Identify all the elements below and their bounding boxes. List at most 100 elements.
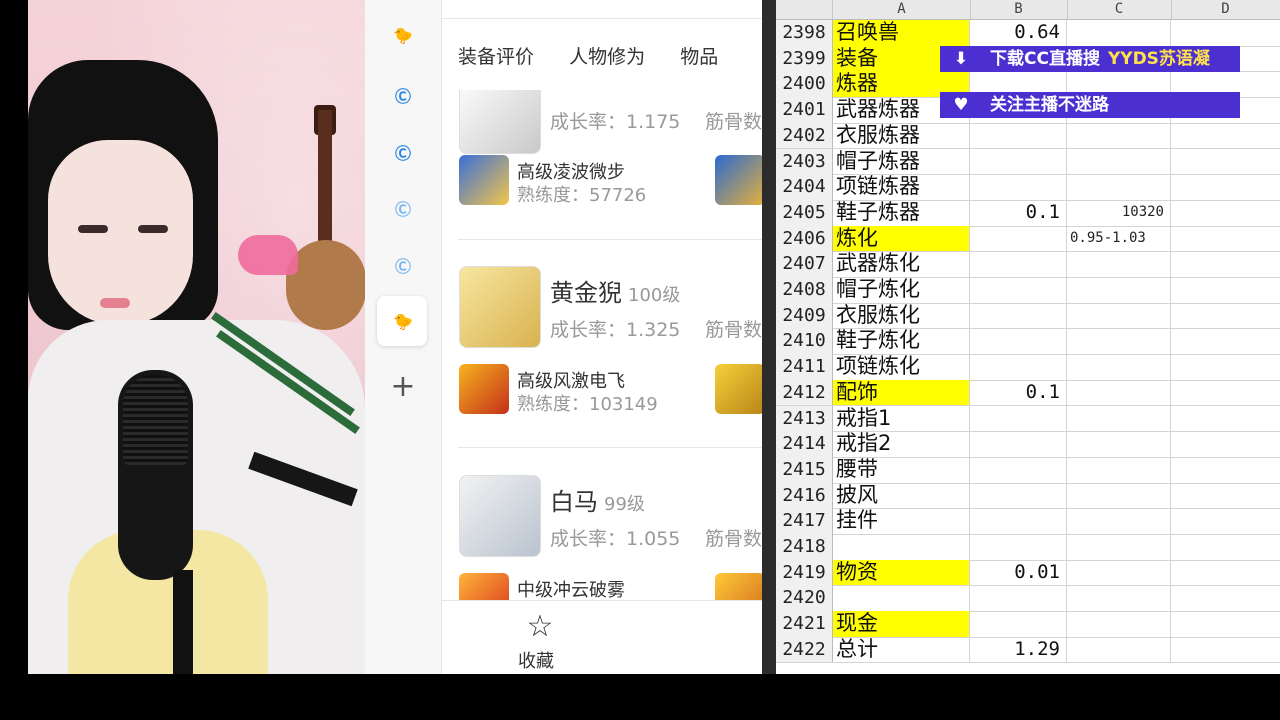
cell-a[interactable]: 戒指1	[833, 405, 970, 432]
cell-b[interactable]	[970, 251, 1067, 277]
row-number[interactable]: 2416	[776, 482, 833, 509]
row-number[interactable]: 2400	[776, 71, 833, 98]
cell-c[interactable]	[1067, 482, 1171, 509]
row-number[interactable]: 2421	[776, 611, 833, 637]
cell-c[interactable]	[1067, 148, 1171, 175]
cell-a[interactable]: 武器炼化	[833, 251, 970, 277]
cell-b[interactable]: 1.29	[970, 636, 1067, 663]
chick-app-icon[interactable]: 🐤	[388, 306, 418, 336]
row-number[interactable]: 2415	[776, 456, 833, 483]
corner-cell[interactable]	[776, 0, 833, 19]
cell-b[interactable]	[970, 122, 1067, 149]
browser-c-icon[interactable]: Ⓒ	[388, 137, 418, 167]
cell-a[interactable]: 帽子炼化	[833, 277, 970, 303]
cell-c[interactable]	[1067, 431, 1171, 457]
cell-a[interactable]: 戒指2	[833, 431, 970, 457]
row-number[interactable]: 2403	[776, 148, 833, 175]
column-header-a[interactable]: A	[833, 0, 971, 19]
favorite-label[interactable]: 收藏	[518, 647, 554, 673]
cell-a[interactable]	[833, 585, 970, 612]
cell-a[interactable]: 项链炼化	[833, 354, 970, 380]
row-number[interactable]: 2410	[776, 328, 833, 355]
cell-a[interactable]: 物资	[833, 559, 970, 586]
cell-b[interactable]	[970, 148, 1067, 175]
row-number[interactable]: 2404	[776, 174, 833, 200]
cell-b[interactable]	[970, 174, 1067, 200]
row-number[interactable]: 2414	[776, 431, 833, 457]
cell-b[interactable]	[970, 302, 1067, 329]
tab-equipment-review[interactable]: 装备评价	[458, 42, 534, 69]
cell-b[interactable]: 0.01	[970, 559, 1067, 586]
cell-a[interactable]	[833, 534, 970, 560]
star-icon[interactable]: ☆	[524, 611, 556, 643]
cell-c[interactable]	[1067, 379, 1171, 406]
cell-a[interactable]: 召唤兽	[833, 20, 970, 46]
browser-c-icon[interactable]: Ⓒ	[388, 193, 418, 223]
cell-c[interactable]	[1067, 405, 1171, 432]
cell-b[interactable]	[970, 482, 1067, 509]
row-number[interactable]: 2412	[776, 379, 833, 406]
cell-a[interactable]: 项链炼器	[833, 174, 970, 200]
cell-c[interactable]	[1067, 122, 1171, 149]
row-number[interactable]: 2411	[776, 354, 833, 380]
cell-b[interactable]: 0.1	[970, 199, 1067, 226]
row-number[interactable]: 2419	[776, 559, 833, 586]
row-number[interactable]: 2405	[776, 199, 833, 226]
cell-b[interactable]	[970, 585, 1067, 612]
row-number[interactable]: 2399	[776, 45, 833, 72]
cell-a[interactable]: 炼化	[833, 225, 970, 252]
cell-b[interactable]: 0.1	[970, 379, 1067, 406]
column-header-b[interactable]: B	[970, 0, 1068, 19]
row-number[interactable]: 2409	[776, 302, 833, 329]
cell-b[interactable]	[970, 405, 1067, 432]
cell-a[interactable]: 衣服炼器	[833, 122, 970, 149]
cell-c[interactable]: 10320	[1067, 199, 1171, 226]
browser-c-icon[interactable]: Ⓒ	[388, 250, 418, 280]
chick-app-icon[interactable]: 🐤	[388, 20, 418, 50]
cell-c[interactable]	[1067, 302, 1171, 329]
column-header-d[interactable]: D	[1171, 0, 1280, 19]
cell-b[interactable]	[970, 611, 1067, 637]
row-number[interactable]: 2408	[776, 277, 833, 303]
cell-a[interactable]: 总计	[833, 636, 970, 663]
cell-a[interactable]: 衣服炼化	[833, 302, 970, 329]
cell-c[interactable]	[1067, 585, 1171, 612]
row-number[interactable]: 2402	[776, 122, 833, 149]
column-header-c[interactable]: C	[1067, 0, 1172, 19]
cell-c[interactable]	[1067, 277, 1171, 303]
cell-b[interactable]	[970, 277, 1067, 303]
row-number[interactable]: 2406	[776, 225, 833, 252]
cell-a[interactable]: 挂件	[833, 508, 970, 534]
cell-a[interactable]: 帽子炼器	[833, 148, 970, 175]
cell-c[interactable]	[1067, 456, 1171, 483]
cell-c[interactable]	[1067, 636, 1171, 663]
row-number[interactable]: 2417	[776, 508, 833, 534]
cell-c[interactable]	[1067, 251, 1171, 277]
cell-c[interactable]	[1067, 611, 1171, 637]
row-number[interactable]: 2413	[776, 405, 833, 432]
add-icon[interactable]: +	[388, 372, 418, 402]
row-number[interactable]: 2407	[776, 251, 833, 277]
cell-a[interactable]: 现金	[833, 611, 970, 637]
browser-c-icon[interactable]: Ⓒ	[388, 80, 418, 110]
cell-c[interactable]: 0.95-1.03	[1067, 225, 1171, 252]
cell-b[interactable]	[970, 534, 1067, 560]
cell-c[interactable]	[1067, 328, 1171, 355]
cell-a[interactable]: 腰带	[833, 456, 970, 483]
tab-items[interactable]: 物品	[680, 42, 718, 69]
cell-b[interactable]	[970, 354, 1067, 380]
row-number[interactable]: 2398	[776, 20, 833, 46]
row-number[interactable]: 2418	[776, 534, 833, 560]
cell-a[interactable]: 配饰	[833, 379, 970, 406]
cell-b[interactable]	[970, 328, 1067, 355]
cell-a[interactable]: 鞋子炼化	[833, 328, 970, 355]
cell-b[interactable]	[970, 225, 1067, 252]
cell-c[interactable]	[1067, 354, 1171, 380]
cell-b[interactable]: 0.64	[970, 20, 1067, 46]
cell-b[interactable]	[970, 508, 1067, 534]
cell-b[interactable]	[970, 456, 1067, 483]
row-number[interactable]: 2420	[776, 585, 833, 612]
cell-b[interactable]	[970, 431, 1067, 457]
cell-c[interactable]	[1067, 534, 1171, 560]
cell-c[interactable]	[1067, 174, 1171, 200]
